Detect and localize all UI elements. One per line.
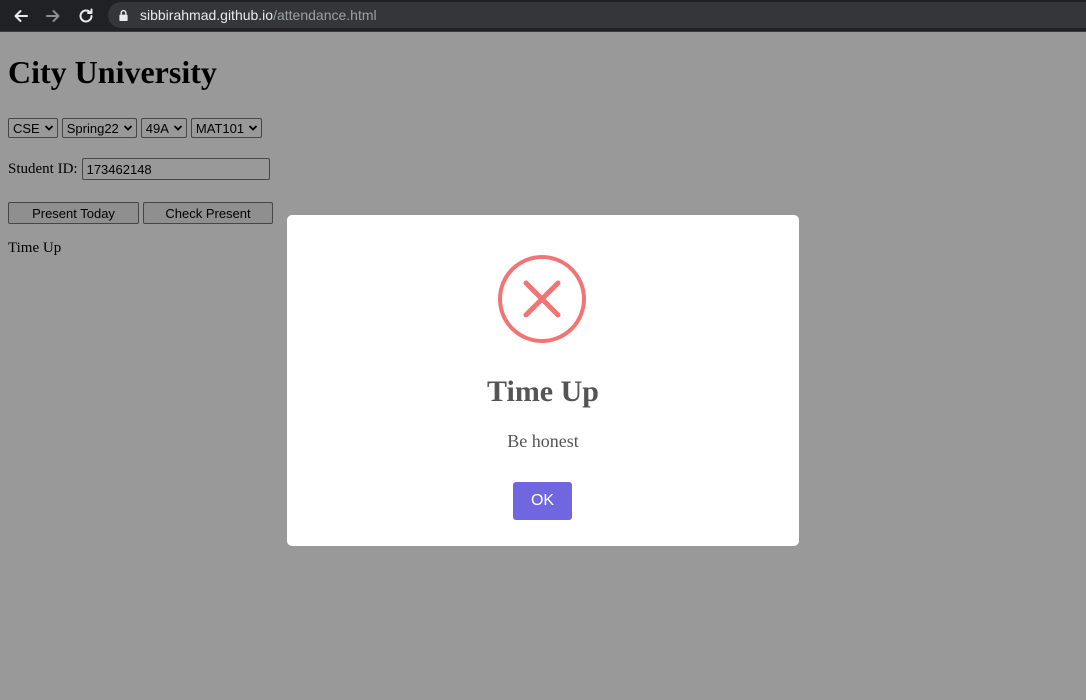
forward-button[interactable] bbox=[41, 4, 65, 28]
error-x-icon bbox=[498, 255, 586, 343]
dialog-message: Be honest bbox=[507, 431, 579, 451]
address-bar[interactable]: sibbirahmad.github.io/attendance.html bbox=[108, 2, 1086, 28]
reload-button[interactable] bbox=[74, 4, 98, 28]
url-path: /attendance.html bbox=[273, 7, 377, 23]
alert-dialog: Time Up Be honest OK bbox=[287, 215, 799, 546]
url-text: sibbirahmad.github.io/attendance.html bbox=[140, 7, 377, 23]
ok-button[interactable]: OK bbox=[513, 482, 572, 520]
arrow-left-icon bbox=[14, 10, 28, 22]
dialog-title: Time Up bbox=[487, 375, 599, 408]
reload-icon bbox=[79, 8, 93, 23]
back-button[interactable] bbox=[9, 4, 33, 28]
arrow-right-icon bbox=[46, 10, 60, 22]
browser-toolbar: sibbirahmad.github.io/attendance.html bbox=[0, 0, 1086, 32]
lock-icon bbox=[118, 8, 130, 22]
url-host: sibbirahmad.github.io bbox=[140, 7, 274, 23]
